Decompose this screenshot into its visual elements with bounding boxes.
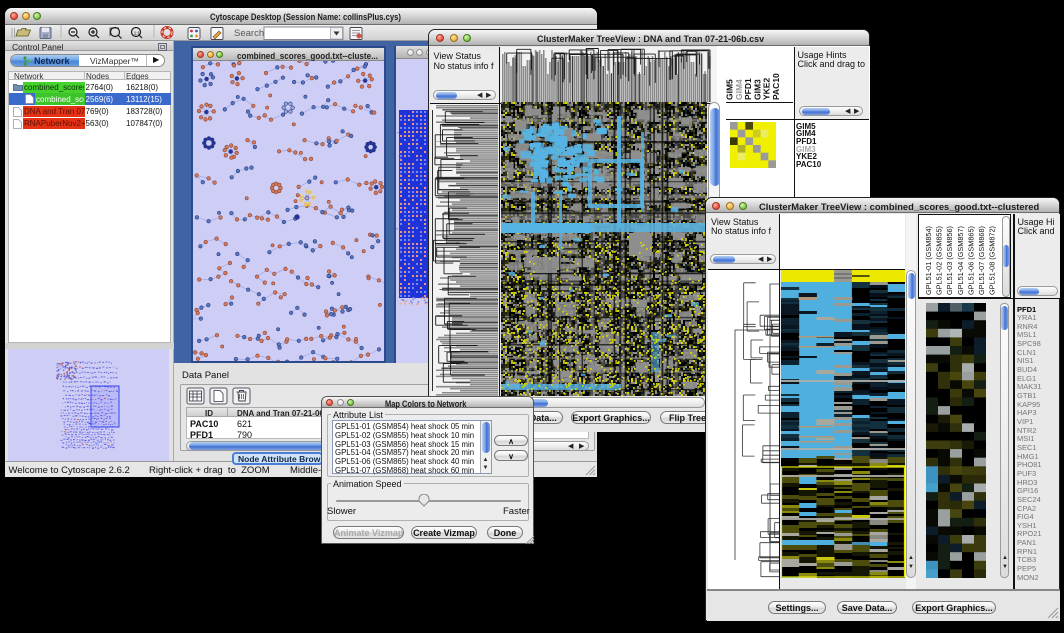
svg-text:GPL51-04 (GSM857): GPL51-04 (GSM857): [956, 226, 965, 295]
svg-text:GPL51-02 (GSM855): GPL51-02 (GSM855): [935, 226, 944, 295]
svg-text:PAC10: PAC10: [771, 73, 781, 100]
svg-text:GPL51-07 (GSM868): GPL51-07 (GSM868): [977, 226, 986, 295]
svg-text:GPL51-06 (GSM865): GPL51-06 (GSM865): [966, 226, 975, 295]
svg-text:GPL51-08 (GSM872): GPL51-08 (GSM872): [988, 226, 997, 295]
svg-text:GPL51-03 (GSM856): GPL51-03 (GSM856): [945, 226, 954, 295]
svg-text:GPL51-01 (GSM854): GPL51-01 (GSM854): [924, 226, 933, 295]
svg-text:Search:: Search:: [234, 28, 267, 39]
svg-text:1:1: 1:1: [134, 30, 141, 35]
